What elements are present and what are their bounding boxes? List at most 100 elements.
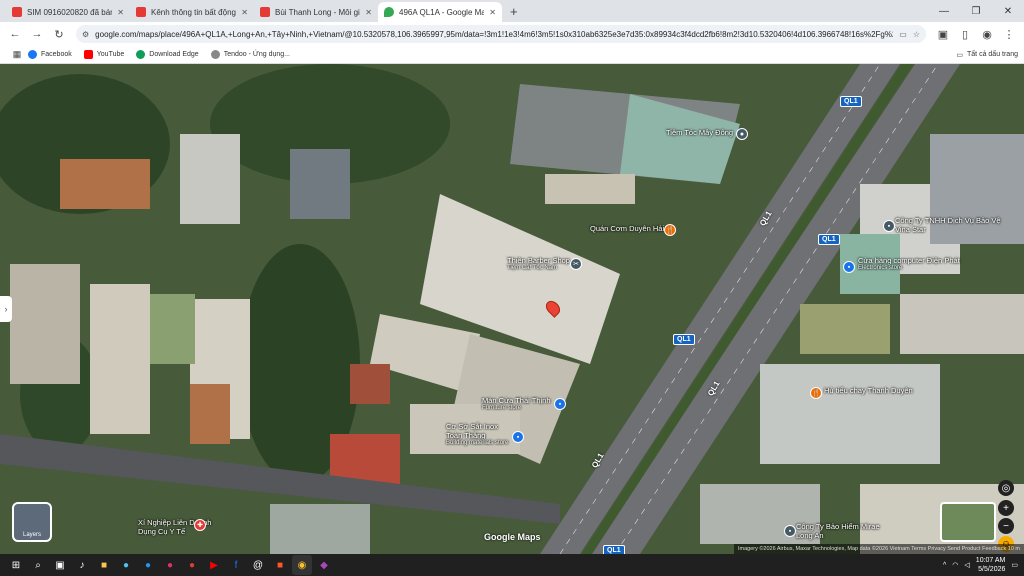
tab-close-icon[interactable]: ✕ [241,8,248,17]
youtube-icon [83,50,93,59]
instagram-icon[interactable]: ● [160,555,180,575]
notification-icon[interactable]: ▭ [1011,561,1018,569]
poi-label: Công Ty TNHH Dịch Vụ Bảo Vệ Vina Star [895,216,1001,234]
bookmark-youtube[interactable]: YouTube [83,50,124,59]
tab-title: SIM 0916020820 đã bán - Sim [27,7,112,17]
zoom-in-button[interactable]: + [998,500,1014,516]
poi-tiem-toc-may-dong[interactable]: Tiệm Tóc Mây Đông [666,128,733,137]
poi-sublabel: Tiệm Cắt Tóc Nam [507,265,558,271]
address-bar[interactable]: ⚙ google.com/maps/place/496A+QL1A,+Long+… [76,25,926,43]
poi-co-so-sat-inox[interactable]: Cơ Sở Sắt Inox Toàn Thắng Building materi… [446,422,516,446]
tab-4-active[interactable]: 496A QL1A - Google Maps ✕ [378,2,502,22]
poi-label: Cửa hàng computer Điện Phát [858,256,960,265]
chrome-icon[interactable]: ◉ [292,555,312,575]
bookmark-label: Download Edge [149,51,199,58]
restaurant-icon[interactable]: 🍴 [664,224,676,236]
all-bookmarks-button[interactable]: ▭ Tất cả dấu trang [956,51,1018,59]
poi-label: Màn Cửa Thái Thịnh [482,396,551,405]
threads-icon[interactable]: @ [248,555,268,575]
start-icon[interactable]: ⊞ [6,555,26,575]
bookmark-star-icon[interactable]: ☆ [913,30,920,39]
system-tray: ^ ◠ ◁ 10:07 AM 5/5/2026 ▭ [943,556,1018,574]
back-icon[interactable]: ← [4,23,26,45]
poi-cua-hang-dien-phat[interactable]: Cửa hàng computer Điện Phát Electronics s… [858,256,960,271]
bookmark-facebook[interactable]: Facebook [28,50,72,59]
taskview-icon[interactable]: ▣ [50,555,70,575]
bookmark-label: Facebook [41,51,72,58]
tab-close-icon[interactable]: ✕ [489,8,496,17]
extensions-icon[interactable]: ▣ [932,23,954,45]
expand-side-panel-button[interactable]: › [0,296,12,322]
google-maps-logo: Google Maps [484,532,541,542]
reload-icon[interactable]: ↻ [48,23,70,45]
youtube-icon[interactable]: ▶ [204,555,224,575]
windows-taskbar: ⊞ ⌕ ▣ ♪ ■ ● ● ● ● ▶ f @ ■ ◉ ◆ ^ ◠ ◁ 10:0… [0,554,1024,576]
bookmark-tendoo[interactable]: Tendoo - Ứng dụng... [210,50,291,59]
poi-sublabel: Building materials store [446,440,509,446]
road-shield-ql1: QL1 [603,545,625,554]
satellite-imagery [0,64,1024,554]
new-tab-button[interactable]: + [502,2,526,22]
close-window-button[interactable]: ✕ [992,0,1024,22]
poi-sublabel: Electronics store [858,265,903,271]
edge-icon[interactable]: ● [116,555,136,575]
poi-xi-nghiep-y-te[interactable]: Xí Nghiệp Liên Doanh Dụng Cụ Y Tế [138,518,228,536]
poi-man-cua-thai-thinh[interactable]: Màn Cửa Thái Thịnh Furniture store [482,396,551,411]
building-materials-icon[interactable]: ▪ [512,431,524,443]
minimize-button[interactable]: — [928,0,960,22]
poi-label: Thiên Barber Shop [507,256,570,265]
bookmark-label: Tendoo - Ứng dụng... [223,51,291,58]
restore-button[interactable]: ❐ [960,0,992,22]
bookmark-download-edge[interactable]: Download Edge [136,50,199,59]
medical-icon[interactable]: ✚ [194,519,206,531]
my-location-icon[interactable]: ◎ [998,480,1014,496]
clock-date: 5/5/2026 [978,566,1006,573]
electronics-store-icon[interactable]: ▪ [843,261,855,273]
poi-bao-hiem-mirae[interactable]: Công Ty Bảo Hiểm Mirae Long An [796,522,886,540]
search-icon[interactable]: ⌕ [28,555,48,575]
facebook-icon[interactable]: f [226,555,246,575]
office-icon[interactable]: ▪ [784,525,796,537]
folder-icon: ▭ [956,51,964,59]
facebook-icon [28,50,37,59]
hair-salon-icon[interactable]: ● [736,128,748,140]
maps-favicon-icon [384,7,394,17]
globe-icon [210,50,220,59]
poi-cong-ty-vina-star[interactable]: Công Ty TNHH Dịch Vụ Bảo Vệ Vina Star [895,216,1005,234]
sidepanel-icon[interactable]: ▯ [954,23,976,45]
tab-close-icon[interactable]: ✕ [365,8,372,17]
volume-icon[interactable]: ◁ [964,561,969,569]
wifi-icon[interactable]: ◠ [952,561,958,569]
restaurant-icon[interactable]: 🍴 [810,387,822,399]
street-view-thumbnail[interactable] [940,502,996,542]
profile-icon[interactable]: ◉ [976,23,998,45]
app-icon[interactable]: ◆ [314,555,334,575]
poi-hu-tieu-chay[interactable]: Hủ tiếu chay Thanh Duyên [824,386,914,395]
media-icon[interactable]: ● [182,555,202,575]
zalo-icon[interactable]: ● [138,555,158,575]
tab-close-icon[interactable]: ✕ [117,8,124,17]
layers-label: Layers [22,532,41,538]
shopee-icon[interactable]: ■ [270,555,290,575]
browser-toolbar: ← → ↻ ⚙ google.com/maps/place/496A+QL1A,… [0,22,1024,46]
apps-icon[interactable]: ▦ [6,44,28,66]
office-icon[interactable]: ▪ [883,220,895,232]
cast-icon[interactable]: ▭ [899,30,907,39]
satellite-map[interactable]: Tiệm Tóc Mây Đông ● Quán Cơm Duyên Hải 🍴… [0,64,1024,554]
tab-2[interactable]: Kênh thông tin bất động sản ✕ [130,2,254,22]
zoom-out-button[interactable]: − [998,518,1014,534]
file-explorer-icon[interactable]: ■ [94,555,114,575]
site-info-icon[interactable]: ⚙ [82,30,89,39]
furniture-store-icon[interactable]: ▪ [554,398,566,410]
menu-icon[interactable]: ⋮ [998,23,1020,45]
tab-1[interactable]: SIM 0916020820 đã bán - Sim ✕ [6,2,130,22]
layers-button[interactable]: Layers [12,502,52,542]
tray-chevron-icon[interactable]: ^ [943,562,946,569]
poi-thien-barber-shop[interactable]: Thiên Barber Shop Tiệm Cắt Tóc Nam [507,256,570,271]
tab-3[interactable]: Bùi Thanh Long - Môi giới chuy ✕ [254,2,378,22]
forward-icon[interactable]: → [26,23,48,45]
poi-quan-com-duyen-hai[interactable]: Quán Cơm Duyên Hải [590,224,664,233]
tiktok-icon[interactable]: ♪ [72,555,92,575]
clock[interactable]: 10:07 AM 5/5/2026 [976,556,1006,574]
barber-icon[interactable]: ✂ [570,258,582,270]
